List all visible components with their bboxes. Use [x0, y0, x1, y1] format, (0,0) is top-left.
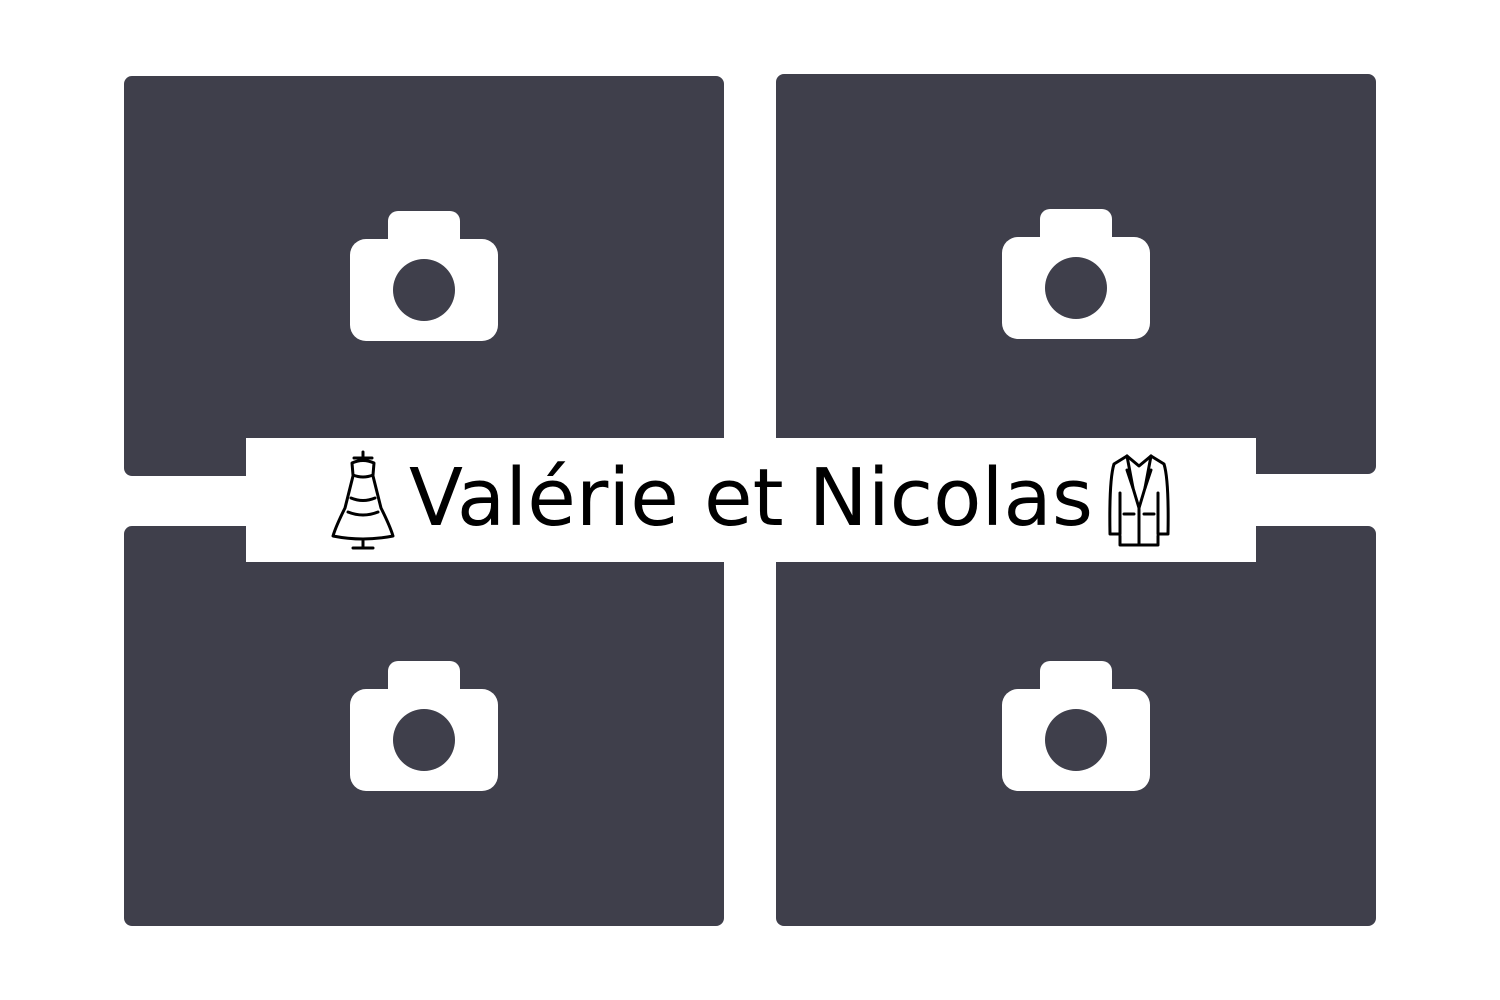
photo-slot-top-left[interactable] [124, 76, 724, 476]
camera-icon [1002, 661, 1150, 791]
photo-slot-bottom-right[interactable] [776, 526, 1376, 926]
couple-names-title: Valérie et Nicolas [408, 451, 1094, 544]
camera-icon [350, 211, 498, 341]
photo-slot-top-right[interactable] [776, 74, 1376, 474]
photo-slot-bottom-left[interactable] [124, 526, 724, 926]
camera-icon [350, 661, 498, 791]
camera-icon [1002, 209, 1150, 339]
wedding-dress-icon [331, 450, 395, 550]
suit-jacket-icon [1108, 454, 1170, 547]
title-banner: Valérie et Nicolas [246, 438, 1256, 562]
